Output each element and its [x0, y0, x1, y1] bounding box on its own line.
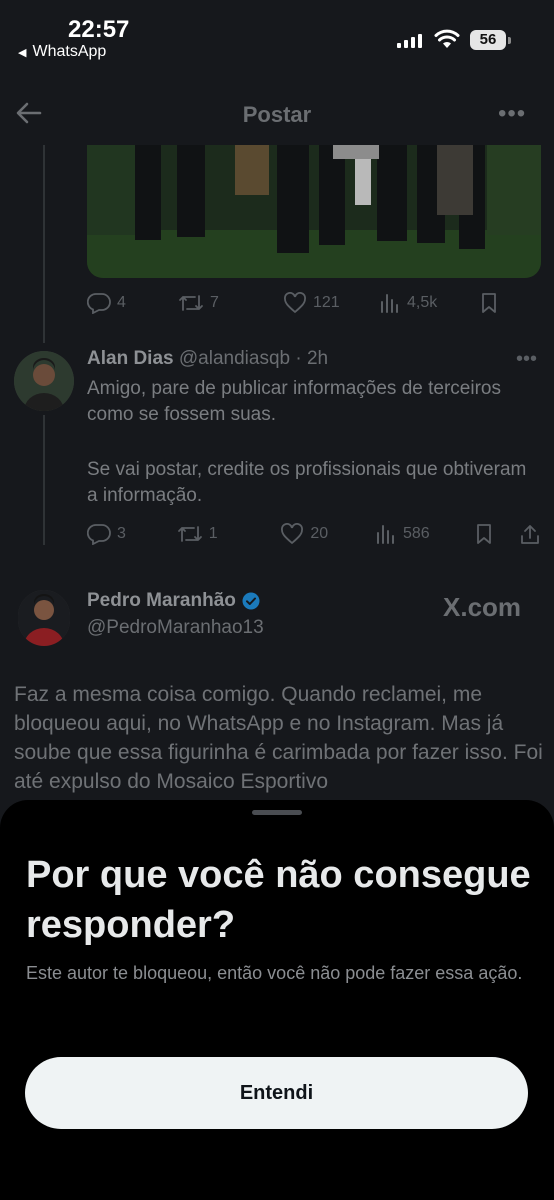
reply-action-bar: 3 1 20 586: [87, 519, 541, 549]
status-time: 22:57: [68, 16, 130, 43]
blocked-bottom-sheet: Por que você não consegue responder? Est…: [0, 800, 554, 1200]
reply-like-count: 20: [310, 525, 329, 542]
back-to-app-link[interactable]: ◀ WhatsApp: [18, 43, 106, 61]
bookmark-button[interactable]: [479, 292, 499, 314]
cellular-signal-icon: [397, 32, 422, 48]
quoted-author-handle: @PedroMaranhao13: [87, 617, 264, 638]
reply-repost-button[interactable]: 1: [177, 523, 281, 545]
understood-button[interactable]: Entendi: [25, 1057, 528, 1129]
back-app-label: WhatsApp: [32, 43, 107, 60]
reply-author-name[interactable]: Alan Dias: [87, 348, 174, 369]
sheet-subtitle: Este autor te bloqueou, então você não p…: [26, 963, 523, 983]
group-photo-image: [87, 145, 541, 278]
quoted-author-name-row: Pedro Maranhão: [87, 590, 260, 612]
reply-header: Alan Dias @alandiasqb · 2h: [87, 348, 328, 370]
like-button[interactable]: 121: [283, 292, 379, 314]
thread-line: [43, 145, 45, 343]
top-bar: Postar •••: [0, 86, 554, 142]
bookmark-icon: [482, 293, 496, 313]
reply-icon: [87, 293, 111, 314]
post-photo[interactable]: [87, 145, 541, 278]
quoted-author-avatar: [18, 590, 70, 646]
page-title: Postar: [242, 102, 312, 127]
reply-author-avatar[interactable]: [14, 351, 74, 411]
quoted-author-name: Pedro Maranhão: [87, 590, 236, 611]
status-bar: 22:57 ◀ WhatsApp 56: [0, 0, 554, 70]
sheet-title: Por que você não consegue responder?: [26, 854, 531, 946]
reply-like-button[interactable]: 20: [280, 523, 375, 545]
reply-thread-line: [43, 415, 45, 545]
reply-views-button[interactable]: 586: [375, 523, 474, 545]
reply-count: 4: [117, 294, 126, 311]
quoted-post-text: Faz a mesma coisa comigo. Quando reclame…: [14, 683, 543, 793]
reply-text-paragraph-1: Amigo, pare de publicar informações de t…: [87, 378, 501, 425]
views-button[interactable]: 4,5k: [379, 292, 479, 314]
reply-repost-count: 1: [208, 525, 218, 542]
views-icon: [377, 525, 394, 544]
like-icon: [284, 292, 306, 314]
reply-button[interactable]: 4: [87, 292, 178, 314]
repost-count: 7: [210, 294, 219, 311]
battery-tip: [508, 37, 511, 44]
reply-views-count: 586: [403, 525, 430, 542]
share-icon: [521, 525, 539, 544]
sheet-grabber-handle[interactable]: [252, 810, 302, 815]
more-icon[interactable]: •••: [498, 100, 526, 128]
like-count: 121: [313, 294, 340, 311]
avatar-image: [14, 351, 74, 411]
x-com-watermark: X.com: [443, 592, 522, 622]
reply-share-button[interactable]: [519, 523, 541, 545]
like-icon: [281, 523, 304, 545]
reply-bookmark-button[interactable]: [474, 523, 519, 545]
battery-indicator: 56: [470, 30, 506, 50]
reply-more-icon[interactable]: •••: [516, 348, 537, 371]
reply-icon: [87, 524, 111, 545]
repost-icon: [177, 526, 202, 542]
reply-reply-button[interactable]: 3: [87, 523, 177, 545]
reply-text-paragraph-2: Se vai postar, credite os profissionais …: [87, 459, 527, 506]
back-triangle-icon: ◀: [18, 46, 27, 59]
post-action-bar: 4 7 121 4,5k: [87, 288, 541, 318]
repost-button[interactable]: 7: [178, 292, 283, 314]
repost-icon: [179, 295, 203, 311]
views-icon: [381, 294, 398, 313]
quoted-avatar-image: [18, 590, 70, 646]
verified-icon: [242, 592, 260, 610]
reply-reply-count: 3: [117, 525, 126, 542]
bookmark-icon: [476, 524, 491, 544]
wifi-icon: [434, 29, 460, 48]
reply-author-handle[interactable]: @alandiasqb: [179, 348, 290, 369]
reply-time: · 2h: [295, 348, 329, 369]
views-count: 4,5k: [407, 294, 438, 311]
